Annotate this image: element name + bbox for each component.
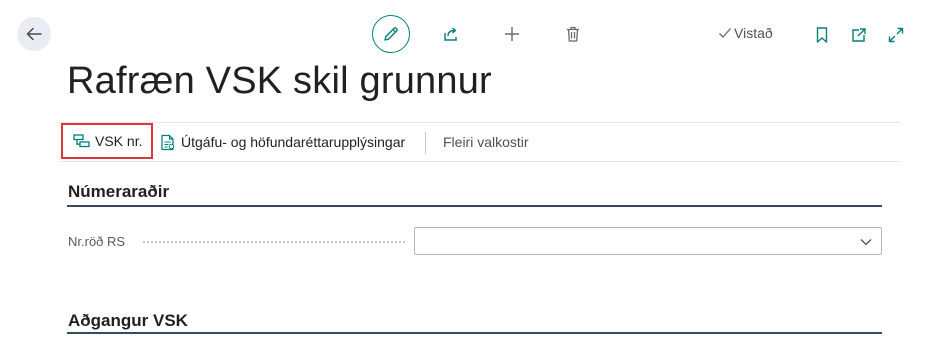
saved-label: Vistað [734, 25, 773, 41]
utgafu-label: Útgáfu- og höfundaréttarupplýsingar [181, 134, 406, 150]
vsk-nr-label: VSK nr. [95, 133, 143, 149]
back-button[interactable] [17, 17, 51, 51]
expand-icon [888, 27, 904, 43]
expand-button[interactable] [884, 23, 908, 47]
nr-rod-rs-select[interactable] [414, 227, 882, 255]
vsk-nr-action[interactable]: VSK nr. [61, 123, 153, 159]
page-title: Rafræn VSK skil grunnur [67, 60, 492, 102]
new-button[interactable] [500, 22, 524, 46]
chevron-down-icon [860, 239, 872, 246]
share-icon [444, 27, 457, 41]
right-icons [810, 23, 908, 47]
delete-button[interactable] [561, 22, 585, 46]
edit-button[interactable] [372, 15, 410, 53]
utgafu-action[interactable]: Útgáfu- og höfundaréttarupplýsingar [160, 123, 405, 161]
field-leader-dots [143, 241, 405, 243]
share-button[interactable] [439, 22, 463, 46]
check-icon [719, 28, 731, 38]
section-divider [67, 205, 882, 207]
open-new-window-icon [852, 28, 866, 42]
nr-rod-rs-label: Nr.röð RS [68, 234, 126, 249]
vsk-list-icon [73, 134, 90, 148]
section-title-numeraradir[interactable]: Númeraraðir [68, 182, 169, 202]
document-info-icon [161, 134, 175, 150]
bookmark-icon [816, 27, 828, 43]
action-bar: VSK nr. Útgáfu- og höfundaréttarupplýsin… [60, 122, 900, 162]
more-options-label: Fleiri valkostir [443, 134, 529, 150]
bookmark-button[interactable] [810, 23, 834, 47]
section-divider [67, 332, 882, 334]
section-title-adgangur-vsk[interactable]: Aðgangur VSK [68, 311, 188, 331]
open-new-window-button[interactable] [847, 23, 871, 47]
pencil-icon [384, 27, 398, 41]
more-options-action[interactable]: Fleiri valkostir [443, 123, 529, 161]
top-actions [372, 15, 585, 53]
trash-icon [567, 26, 579, 42]
saved-status: Vistað [718, 25, 773, 41]
plus-icon [505, 27, 519, 41]
action-divider [425, 132, 426, 154]
arrow-left-icon [26, 27, 42, 41]
